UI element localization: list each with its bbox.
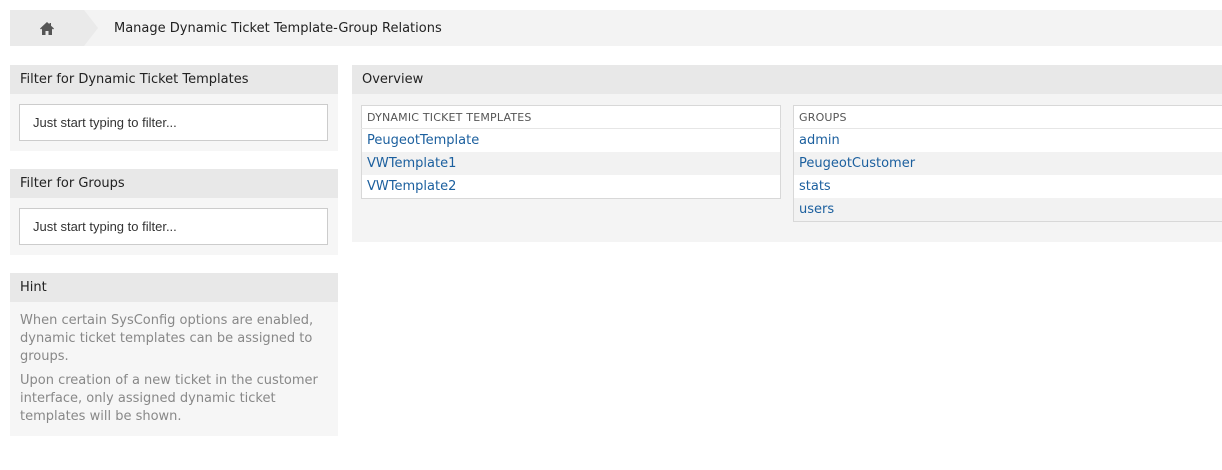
hint-paragraph: Upon creation of a new ticket in the cus… <box>20 373 318 424</box>
table-row: VWTemplate1 <box>361 152 781 175</box>
groups-column-header: GROUPS <box>793 105 1222 129</box>
breadcrumb-home[interactable] <box>10 10 98 46</box>
breadcrumb: Manage Dynamic Ticket Template-Group Rel… <box>10 10 1222 46</box>
table-row: PeugeotTemplate <box>362 129 781 153</box>
hint-paragraph: When certain SysConfig options are enabl… <box>20 313 314 364</box>
sidebar: Filter for Dynamic Ticket Templates Filt… <box>10 65 338 454</box>
templates-table: DYNAMIC TICKET TEMPLATES PeugeotTemplate… <box>361 105 781 199</box>
filter-groups-title: Filter for Groups <box>10 169 338 198</box>
group-link[interactable]: users <box>793 198 1222 222</box>
group-link[interactable]: PeugeotCustomer <box>793 152 1222 175</box>
home-icon <box>40 21 54 35</box>
template-link[interactable]: VWTemplate1 <box>361 152 781 175</box>
hint-title: Hint <box>10 273 338 302</box>
overview-panel: Overview DYNAMIC TICKET TEMPLATES Peugeo… <box>352 65 1222 242</box>
table-row: stats <box>794 175 1222 198</box>
group-link[interactable]: admin <box>794 129 1222 153</box>
table-row: VWTemplate2 <box>362 175 781 199</box>
overview-title: Overview <box>352 65 1222 94</box>
group-link[interactable]: stats <box>794 175 1222 198</box>
template-link[interactable]: VWTemplate2 <box>362 175 781 199</box>
templates-column-header: DYNAMIC TICKET TEMPLATES <box>361 105 781 129</box>
filter-templates-input[interactable] <box>19 104 328 141</box>
table-row: users <box>793 198 1222 222</box>
page-title: Manage Dynamic Ticket Template-Group Rel… <box>114 20 442 36</box>
filter-groups-input[interactable] <box>19 208 328 245</box>
template-link[interactable]: PeugeotTemplate <box>362 129 781 153</box>
table-row: PeugeotCustomer <box>793 152 1222 175</box>
hint-widget: Hint When certain SysConfig options are … <box>10 273 338 436</box>
table-row: admin <box>794 129 1222 153</box>
filter-templates-title: Filter for Dynamic Ticket Templates <box>10 65 338 94</box>
filter-templates-widget: Filter for Dynamic Ticket Templates <box>10 65 338 151</box>
filter-groups-widget: Filter for Groups <box>10 169 338 255</box>
groups-table: GROUPS admin PeugeotCustomer stats users <box>793 105 1222 222</box>
